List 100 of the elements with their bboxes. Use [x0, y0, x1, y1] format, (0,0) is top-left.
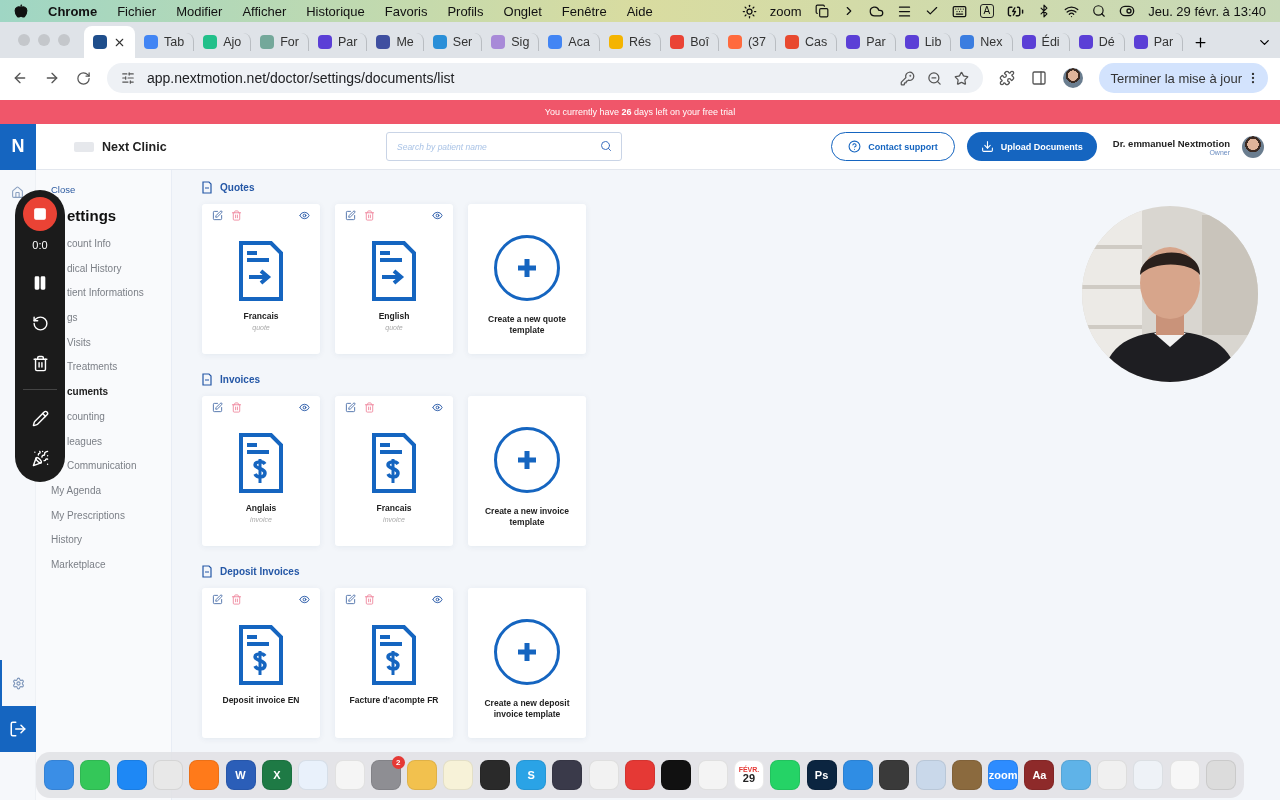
forward-icon[interactable]	[44, 70, 60, 86]
browser-tab[interactable]: Me	[367, 33, 424, 51]
menu-item[interactable]: Profils	[447, 3, 484, 19]
preview-icon[interactable]	[432, 402, 443, 413]
settings-nav-link[interactable]: Communication	[67, 460, 137, 472]
app-icon[interactable]	[479, 760, 510, 790]
settings-nav-link[interactable]: My Prescriptions	[51, 509, 125, 521]
preview-icon[interactable]	[432, 210, 443, 221]
template-card[interactable]: Deposit invoice EN	[202, 588, 320, 738]
create-template-card[interactable]: Create a new invoice template	[468, 396, 586, 546]
sun-icon[interactable]	[741, 3, 757, 19]
update-button[interactable]: Terminer la mise à jour	[1098, 63, 1268, 93]
upload-documents-button[interactable]: Upload Documents	[966, 132, 1097, 161]
menu-item[interactable]: Fenêtre	[561, 3, 607, 19]
browser-tab[interactable]: Ajo	[194, 33, 252, 51]
edit-icon[interactable]	[345, 594, 356, 605]
logout-button[interactable]	[0, 706, 36, 752]
settings-nav-link[interactable]: leagues	[67, 435, 103, 447]
create-template-card[interactable]: Create a new quote template	[468, 204, 586, 354]
browser-tab[interactable]: Sig	[482, 33, 540, 51]
stop-recording-button[interactable]	[23, 197, 57, 231]
app-icon[interactable]: Ps	[806, 760, 837, 790]
key-icon[interactable]	[899, 70, 915, 86]
browser-tab[interactable]: Cas	[775, 33, 838, 51]
app-icon[interactable]: W	[225, 760, 256, 790]
keyboard-icon[interactable]	[951, 3, 967, 19]
edit-icon[interactable]	[212, 210, 223, 221]
control-center-icon[interactable]	[1119, 3, 1136, 19]
input-source[interactable]: A	[979, 4, 995, 18]
edit-icon[interactable]	[345, 210, 356, 221]
browser-tab[interactable]: Tab	[135, 33, 195, 51]
preview-icon[interactable]	[432, 594, 443, 605]
edit-icon[interactable]	[212, 594, 223, 605]
browser-tab[interactable]	[84, 26, 135, 58]
edit-icon[interactable]	[212, 402, 223, 413]
check-icon[interactable]	[924, 4, 939, 18]
reload-icon[interactable]	[76, 70, 91, 86]
bars-icon[interactable]	[896, 3, 912, 19]
home-icon[interactable]	[11, 186, 24, 199]
search-icon[interactable]	[1092, 4, 1107, 18]
settings-nav-link[interactable]: cuments	[67, 386, 109, 398]
app-icon[interactable]	[879, 760, 910, 790]
cloud-icon[interactable]	[868, 3, 884, 19]
browser-tab[interactable]: Ser	[423, 33, 483, 51]
close-link[interactable]: Close	[51, 184, 171, 195]
bookmark-star-icon[interactable]	[953, 70, 969, 86]
copy-icon[interactable]	[814, 4, 829, 18]
profile-avatar[interactable]	[1062, 68, 1083, 88]
settings-nav-link[interactable]: gs	[67, 312, 78, 324]
app-icon[interactable]	[661, 760, 692, 790]
browser-tab[interactable]: (37	[718, 33, 776, 51]
settings-nav-link[interactable]: Treatments	[67, 361, 118, 373]
preview-icon[interactable]	[299, 210, 310, 221]
settings-nav-link[interactable]: Marketplace	[51, 558, 106, 570]
menu-item[interactable]: Historique	[306, 3, 365, 19]
app-menu[interactable]: Chrome	[48, 3, 98, 19]
app-icon[interactable]: X	[261, 760, 292, 790]
menu-item[interactable]: Modifier	[176, 3, 223, 19]
patient-search-field[interactable]: Search by patient name	[386, 132, 622, 161]
address-field[interactable]: app.nextmotion.net/doctor/settings/documents/list	[107, 63, 983, 93]
browser-tab[interactable]: Par	[837, 33, 896, 51]
menu-item[interactable]: Aide	[626, 3, 653, 19]
back-icon[interactable]	[12, 70, 28, 86]
browser-tab[interactable]: Rés	[599, 33, 662, 51]
edit-icon[interactable]	[345, 402, 356, 413]
browser-tab[interactable]: Par	[1124, 33, 1184, 51]
contact-support-button[interactable]: Contact support	[831, 132, 955, 161]
settings-nav-link[interactable]: dical History	[67, 262, 122, 274]
settings-nav-link[interactable]: count Info	[67, 238, 111, 249]
side-panel-icon[interactable]	[1030, 70, 1047, 86]
settings-nav-link[interactable]: My Agenda	[51, 484, 102, 496]
create-template-card[interactable]: Create a new deposit invoice template	[468, 588, 586, 738]
settings-nav-link[interactable]: Visits	[67, 336, 91, 348]
browser-tab[interactable]: Par	[309, 33, 368, 51]
app-icon[interactable]	[552, 760, 583, 790]
zoom-menu-label[interactable]: zoom	[769, 3, 802, 19]
menu-item[interactable]: Fichier	[117, 3, 157, 19]
browser-tab[interactable]: Édi	[1012, 33, 1070, 51]
settings-nav-link[interactable]: tient Informations	[67, 287, 144, 299]
app-icon[interactable]: Aa	[1024, 760, 1055, 790]
new-tab-icon[interactable]	[1193, 35, 1209, 50]
user-avatar[interactable]	[1242, 135, 1264, 158]
browser-tab[interactable]: Nex	[951, 33, 1013, 51]
menu-item[interactable]: Onglet	[503, 3, 542, 19]
extensions-icon[interactable]	[998, 70, 1015, 86]
browser-tab[interactable]: Dé	[1069, 33, 1125, 51]
zoom-icon[interactable]	[926, 70, 942, 86]
menu-item[interactable]: Afficher	[242, 3, 287, 19]
preview-icon[interactable]	[299, 594, 310, 605]
browser-tab[interactable]: Aca	[539, 33, 600, 51]
menu-item[interactable]: Favoris	[384, 3, 428, 19]
wifi-icon[interactable]	[1064, 3, 1080, 19]
settings-nav-link[interactable]: counting	[67, 410, 105, 422]
browser-tab[interactable]: Boî	[661, 33, 719, 51]
preview-icon[interactable]	[299, 402, 310, 413]
app-logo[interactable]: N	[0, 123, 36, 170]
site-settings-icon[interactable]	[121, 71, 135, 85]
template-card[interactable]: Facture d'acompte FR	[335, 588, 453, 738]
apple-logo-icon[interactable]	[14, 4, 28, 18]
browser-tab[interactable]: Lib	[895, 33, 952, 51]
